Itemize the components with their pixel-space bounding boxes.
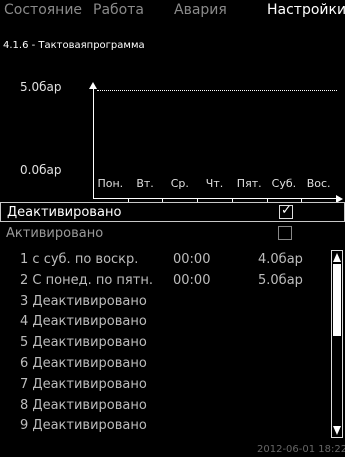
program-number: 6 bbox=[20, 356, 29, 371]
program-row[interactable]: 9 Деактивировано bbox=[0, 418, 330, 438]
program-value: 4.0бар bbox=[258, 252, 303, 267]
y-axis-max-label: 5.0бар bbox=[20, 80, 62, 94]
program-label: С понед. по пятн. bbox=[32, 272, 153, 288]
program-list: 1 с суб. по воскр. 00:00 4.0бар 2 С понед. … bbox=[0, 250, 330, 438]
tab-bar: Состояние Работа Авария Настройки bbox=[0, 0, 345, 20]
day-label: Вт. bbox=[136, 177, 154, 190]
program-number: 8 bbox=[20, 397, 29, 413]
program-number: 1 bbox=[20, 252, 29, 267]
tab-settings[interactable]: Настройки bbox=[267, 2, 345, 18]
option-label: Деактивировано bbox=[7, 205, 122, 220]
checkbox-deactivated[interactable]: ✓ bbox=[279, 203, 293, 219]
day-label: Чт. bbox=[205, 177, 224, 190]
program-row[interactable]: 5 Деактивировано bbox=[0, 335, 330, 355]
tab-alarm[interactable]: Авария bbox=[174, 2, 227, 18]
program-label: Деактивировано bbox=[32, 397, 147, 413]
program-row[interactable]: 4 Деактивировано bbox=[0, 314, 330, 334]
setpoint-max-line bbox=[97, 90, 337, 91]
program-label: с суб. по воскр. bbox=[32, 252, 139, 267]
program-name: 4 Деактивировано bbox=[20, 314, 147, 329]
y-axis bbox=[93, 85, 94, 198]
checkbox-activated[interactable] bbox=[278, 226, 292, 240]
clock-program-chart: 5.0бар 0.0бар Пон. Вт. Ср. Чт. Пят. Суб. Вос. bbox=[0, 60, 345, 203]
program-label: Деактивировано bbox=[32, 335, 147, 351]
day-label: Вос. bbox=[306, 177, 331, 190]
program-row[interactable]: 2 С понед. по пятн. 00:00 5.0бар bbox=[0, 273, 330, 293]
program-row[interactable]: 8 Деактивировано bbox=[0, 398, 330, 418]
day-label: Ср. bbox=[170, 177, 189, 190]
program-name: 9 Деактивировано bbox=[20, 418, 147, 433]
program-label: Деактивировано bbox=[32, 356, 147, 371]
program-label: Деактивировано bbox=[32, 314, 147, 330]
program-row[interactable]: 3 Деактивировано bbox=[0, 294, 330, 314]
check-icon: ✓ bbox=[281, 203, 292, 218]
program-number: 4 bbox=[20, 314, 29, 330]
program-name: 3 Деактивировано bbox=[20, 294, 147, 309]
tab-operation[interactable]: Работа bbox=[93, 2, 144, 18]
tab-status[interactable]: Состояние bbox=[4, 2, 82, 18]
program-name: 7 Деактивировано bbox=[20, 377, 147, 392]
day-label: Пон. bbox=[97, 177, 124, 190]
program-name: 2 С понед. по пятн. bbox=[20, 273, 153, 288]
program-time: 00:00 bbox=[173, 272, 211, 288]
program-value: 5.0бар bbox=[258, 272, 303, 288]
program-name: 8 Деактивировано bbox=[20, 398, 147, 413]
program-number: 3 bbox=[20, 293, 29, 309]
program-label: Деактивировано bbox=[32, 293, 147, 309]
datetime-display: 2012-06-01 18:22 bbox=[257, 444, 345, 455]
program-row[interactable]: 6 Деактивировано bbox=[0, 356, 330, 376]
page-title: 4.1.6 - Тактоваяпрограмма bbox=[3, 40, 145, 51]
program-time: 00:00 bbox=[173, 252, 211, 267]
scroll-down-icon[interactable] bbox=[333, 426, 341, 435]
option-deactivated[interactable]: Деактивировано ✓ bbox=[0, 202, 345, 222]
program-name: 6 Деактивировано bbox=[20, 356, 147, 371]
scrollbar[interactable] bbox=[331, 250, 343, 438]
program-name: 5 Деактивировано bbox=[20, 335, 147, 350]
option-activated[interactable]: Активировано bbox=[0, 224, 345, 244]
day-label: Суб. bbox=[271, 177, 297, 190]
program-number: 5 bbox=[20, 335, 29, 351]
y-axis-min-label: 0.0бар bbox=[20, 163, 62, 177]
program-row[interactable]: 7 Деактивировано bbox=[0, 377, 330, 397]
program-number: 7 bbox=[20, 376, 29, 392]
program-number: 2 bbox=[20, 272, 29, 288]
program-label: Деактивировано bbox=[32, 376, 147, 392]
option-label: Активировано bbox=[6, 226, 104, 241]
program-name: 1 с суб. по воскр. bbox=[20, 252, 138, 267]
day-label: Пят. bbox=[236, 177, 262, 190]
scroll-thumb[interactable] bbox=[333, 264, 341, 336]
program-row[interactable]: 1 с суб. по воскр. 00:00 4.0бар bbox=[0, 252, 330, 272]
scroll-up-icon[interactable] bbox=[333, 253, 341, 262]
program-label: Деактивировано bbox=[32, 418, 147, 434]
program-number: 9 bbox=[20, 418, 29, 434]
